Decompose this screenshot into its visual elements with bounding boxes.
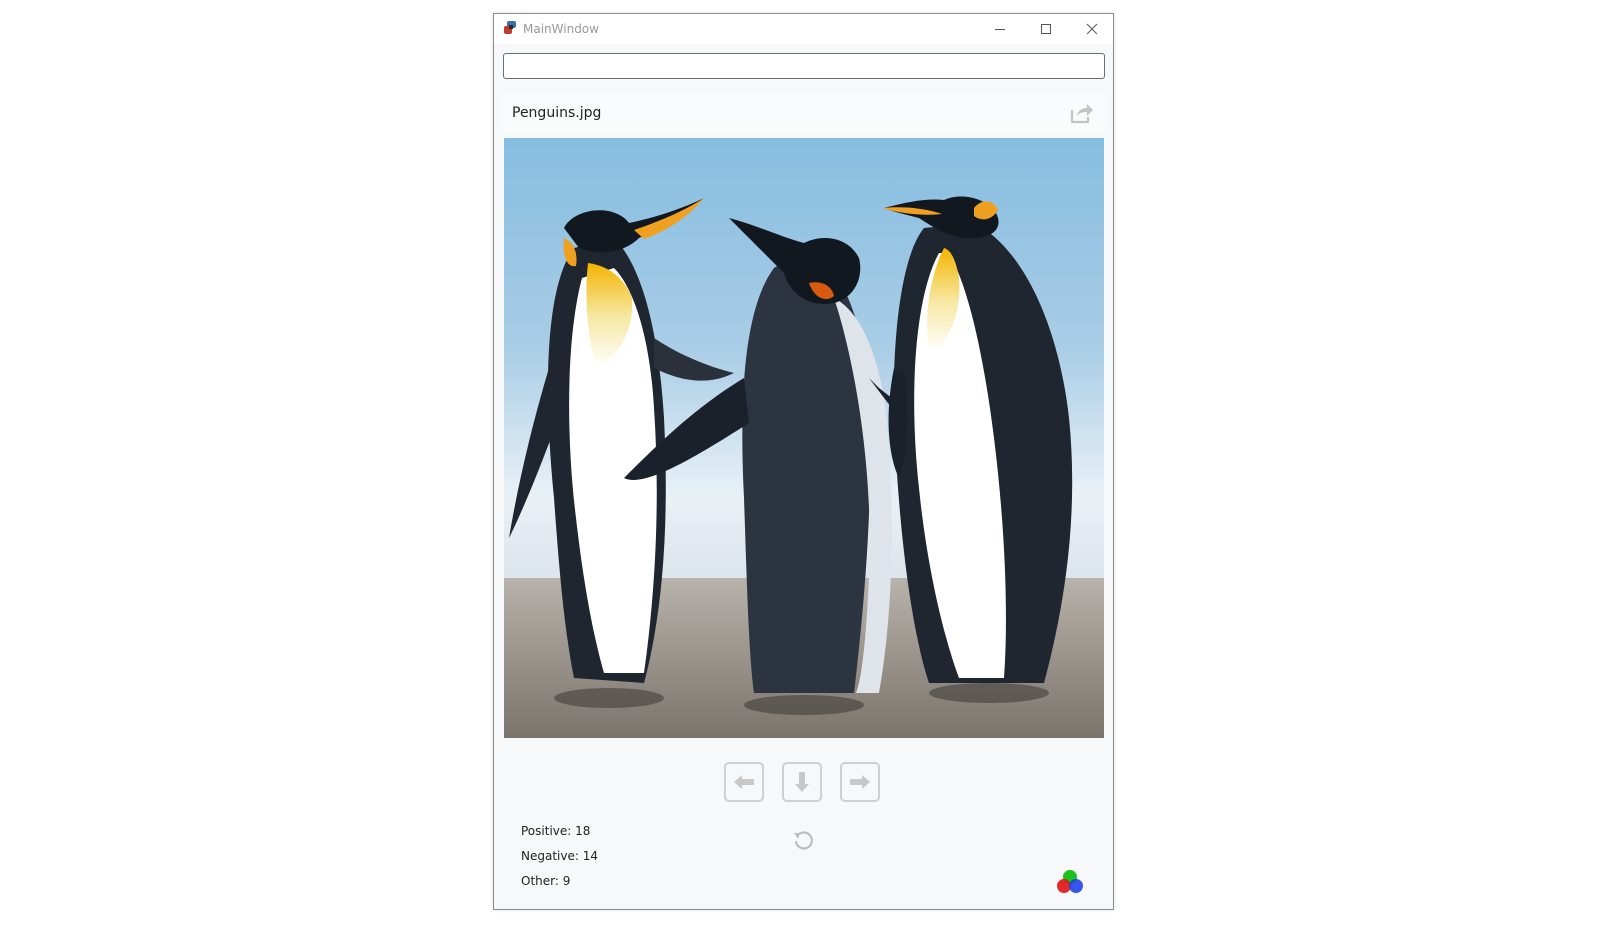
previous-button[interactable] (724, 762, 764, 802)
share-button[interactable] (1067, 99, 1097, 127)
close-icon (1086, 23, 1098, 35)
positive-count: Positive: 18 (521, 824, 591, 838)
title-bar[interactable]: MainWindow (494, 14, 1113, 44)
minimize-button[interactable] (977, 14, 1023, 44)
file-header: Penguins.jpg (503, 93, 1105, 133)
undo-icon (794, 831, 813, 850)
image-preview (504, 138, 1104, 738)
penguins-image (504, 138, 1104, 738)
negative-count: Negative: 14 (521, 849, 598, 863)
python-icon (504, 21, 518, 35)
rgb-circles-icon (1057, 870, 1083, 893)
file-name: Penguins.jpg (512, 105, 602, 121)
arrow-down-icon (795, 772, 809, 792)
close-button[interactable] (1069, 14, 1115, 44)
maximize-button[interactable] (1023, 14, 1069, 44)
undo-button[interactable] (790, 828, 816, 854)
search-input[interactable] (503, 53, 1105, 79)
color-channels-button[interactable] (1054, 867, 1086, 897)
arrow-right-icon (850, 775, 870, 789)
maximize-icon (1041, 24, 1051, 34)
arrow-left-icon (734, 775, 754, 789)
main-window: MainWindow Penguins.jpg Positive: 18 Neg… (493, 13, 1114, 910)
minimize-icon (995, 29, 1005, 30)
window-title: MainWindow (523, 22, 599, 36)
download-button[interactable] (782, 762, 822, 802)
next-button[interactable] (840, 762, 880, 802)
other-count: Other: 9 (521, 874, 571, 888)
share-icon (1070, 104, 1093, 124)
